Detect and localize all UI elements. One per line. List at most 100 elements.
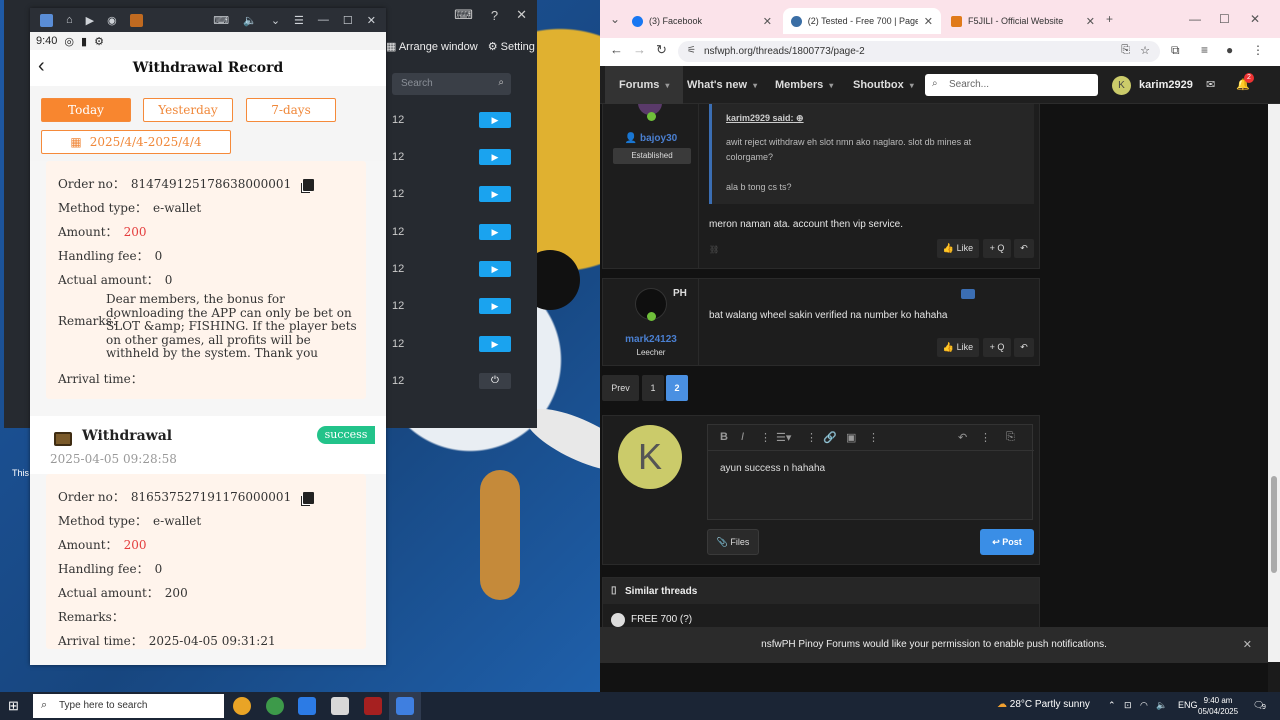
menu-icon[interactable]: ☰	[294, 14, 304, 27]
game-icon[interactable]	[129, 13, 143, 27]
list-icon[interactable]: ☰▾	[776, 431, 791, 444]
attach-files-button[interactable]: 📎 Files	[707, 529, 759, 555]
chrome-icon[interactable]	[266, 697, 284, 715]
forum-search-input[interactable]: ⌕ Search...	[925, 74, 1098, 96]
post-reply-button[interactable]: ↩ Post	[980, 529, 1034, 555]
close-icon[interactable]: ✕	[1250, 12, 1260, 26]
help-icon[interactable]: ?	[491, 8, 498, 23]
close-icon[interactable]: ✕	[1086, 15, 1095, 28]
reload-icon[interactable]: ↻	[656, 42, 667, 58]
home-icon[interactable]: ⌂	[66, 14, 73, 26]
reply-editor[interactable]: B I ⋮ ☰▾ ⋮ 🔗 ▣ ⋮ ↶ ⋮ ⎘ ayun success n ha…	[707, 424, 1034, 520]
quote-author[interactable]: karim2929 said: ⊕	[726, 113, 804, 124]
bookmark-star-icon[interactable]: ☆	[1140, 44, 1150, 57]
nav-whats-new[interactable]: What's new ▾	[687, 66, 757, 104]
close-icon[interactable]: ✕	[924, 15, 933, 28]
game-icon[interactable]	[364, 697, 382, 715]
inbox-icon[interactable]: ✉	[1206, 78, 1215, 91]
bold-icon[interactable]: B	[720, 431, 728, 443]
forward-icon[interactable]: →	[633, 42, 646, 57]
reply-icon[interactable]: ↶	[1014, 338, 1034, 357]
address-bar[interactable]: ⚟ nsfwph.org/threads/1800773/page-2 ⎘ ☆	[678, 41, 1160, 62]
volume-icon[interactable]: 🔈	[243, 14, 257, 27]
multi-quote-button[interactable]: + Q	[983, 338, 1011, 357]
arrange-window-button[interactable]: ▦ Arrange window	[386, 40, 478, 53]
minimize-icon[interactable]: —	[1189, 12, 1201, 26]
site-info-icon[interactable]: ⚟	[687, 45, 696, 56]
play-store-icon[interactable]: ▶	[86, 14, 94, 27]
nav-members[interactable]: Members ▾	[775, 66, 833, 104]
like-button[interactable]: 👍 Like	[937, 239, 979, 258]
pagination-page[interactable]: 1	[642, 375, 664, 401]
copy-icon[interactable]	[303, 178, 315, 191]
tab-facebook[interactable]: (3) Facebook ✕	[624, 8, 780, 34]
more-options-icon[interactable]: ⋮	[806, 431, 817, 444]
power-icon[interactable]: ⏻	[479, 373, 511, 389]
like-button[interactable]: 👍 Like	[937, 338, 979, 357]
nav-forums[interactable]: Forums ▾	[605, 66, 684, 104]
nav-shoutbox[interactable]: Shoutbox ▾	[853, 66, 914, 104]
play-icon[interactable]: ▶	[479, 112, 511, 128]
language-indicator[interactable]: ENG	[1178, 700, 1198, 710]
more-options-icon[interactable]: ⋮	[868, 431, 879, 444]
weather-widget[interactable]: ☁ 28°C Partly sunny	[997, 699, 1090, 710]
play-icon[interactable]: ▶	[479, 261, 511, 277]
back-icon[interactable]: ←	[610, 42, 623, 57]
close-icon[interactable]: ✕	[367, 14, 376, 27]
app-icon[interactable]	[331, 697, 349, 715]
messenger-icon[interactable]	[298, 697, 316, 715]
thread-content[interactable]: 👤 bajoy30 Established karim2929 said: ⊕ …	[600, 104, 1268, 692]
more-options-icon[interactable]: ⋮	[760, 431, 771, 444]
link-icon[interactable]: ⛓	[709, 245, 719, 254]
close-icon[interactable]: ✕	[763, 15, 772, 28]
filter-7days-button[interactable]: 7-days	[246, 98, 336, 122]
emulator-icon[interactable]	[396, 697, 414, 715]
pagination-current-page[interactable]: 2	[666, 375, 688, 401]
play-icon[interactable]: ▶	[479, 336, 511, 352]
page-scrollbar[interactable]	[1268, 104, 1280, 662]
maximize-icon[interactable]: ☐	[343, 14, 353, 27]
maximize-icon[interactable]: ☐	[1219, 12, 1230, 26]
emulator-search-input[interactable]: Search ⌕	[392, 73, 511, 95]
volume-icon[interactable]: 🔈	[1156, 700, 1167, 711]
tab-f5jili[interactable]: F5JILI - Official Website ✕	[943, 8, 1103, 34]
profile-icon[interactable]: ●	[1226, 43, 1233, 57]
extensions-icon[interactable]: ⧉	[1171, 43, 1180, 58]
taskbar-search-input[interactable]: ⌕ Type here to search	[33, 694, 224, 718]
setting-button[interactable]: ⚙ Setting	[488, 40, 535, 53]
post-author[interactable]: 👤 bajoy30	[603, 133, 699, 144]
play-icon[interactable]: ▶	[479, 224, 511, 240]
more-menu-icon[interactable]: ⋮	[1252, 43, 1264, 57]
scrollbar-thumb[interactable]	[1271, 476, 1277, 573]
keyboard-icon[interactable]: ⌨	[454, 7, 473, 23]
play-icon[interactable]: ▶	[479, 186, 511, 202]
preview-icon[interactable]: ⎘	[1006, 431, 1015, 444]
avatar[interactable]: K	[1112, 76, 1131, 95]
date-range-picker[interactable]: ▦ 2025/4/4-2025/4/4	[41, 130, 231, 154]
play-icon[interactable]: ▶	[479, 149, 511, 165]
post-author[interactable]: mark24123	[603, 334, 699, 345]
desktop-icon-label[interactable]: This	[12, 468, 29, 478]
tab-forum[interactable]: (2) Tested - Free 700 | Page 2 | r ✕	[783, 8, 941, 34]
new-tab-icon[interactable]: +	[1106, 12, 1113, 26]
records-list[interactable]: Order no： 814749125178638000001 Method ty…	[30, 161, 386, 665]
play-icon[interactable]: ▶	[479, 298, 511, 314]
multi-quote-button[interactable]: + Q	[983, 239, 1011, 258]
clock[interactable]: 9:40 am 05/04/2025	[1198, 695, 1238, 717]
windows-start-icon[interactable]: ⊞	[8, 698, 24, 714]
install-icon[interactable]: ⎘	[1121, 44, 1130, 57]
media-icon[interactable]: ≡	[1201, 43, 1208, 57]
pagination-prev[interactable]: Prev	[602, 375, 639, 401]
filter-yesterday-button[interactable]: Yesterday	[143, 98, 233, 122]
keyboard-icon[interactable]: ⌨	[213, 14, 229, 27]
network-icon[interactable]: ⊡	[1124, 700, 1132, 711]
reply-icon[interactable]: ↶	[1014, 239, 1034, 258]
chevron-down-icon[interactable]: ⌄	[271, 14, 280, 27]
browser-icon[interactable]: ◉	[107, 14, 117, 27]
undo-icon[interactable]: ↶	[958, 431, 967, 444]
filter-today-button[interactable]: Today	[41, 98, 131, 122]
close-icon[interactable]: ✕	[516, 7, 527, 23]
wifi-icon[interactable]: ◠	[1140, 700, 1148, 711]
account-username[interactable]: karim2929	[1139, 79, 1193, 91]
close-icon[interactable]: ✕	[1243, 627, 1252, 663]
